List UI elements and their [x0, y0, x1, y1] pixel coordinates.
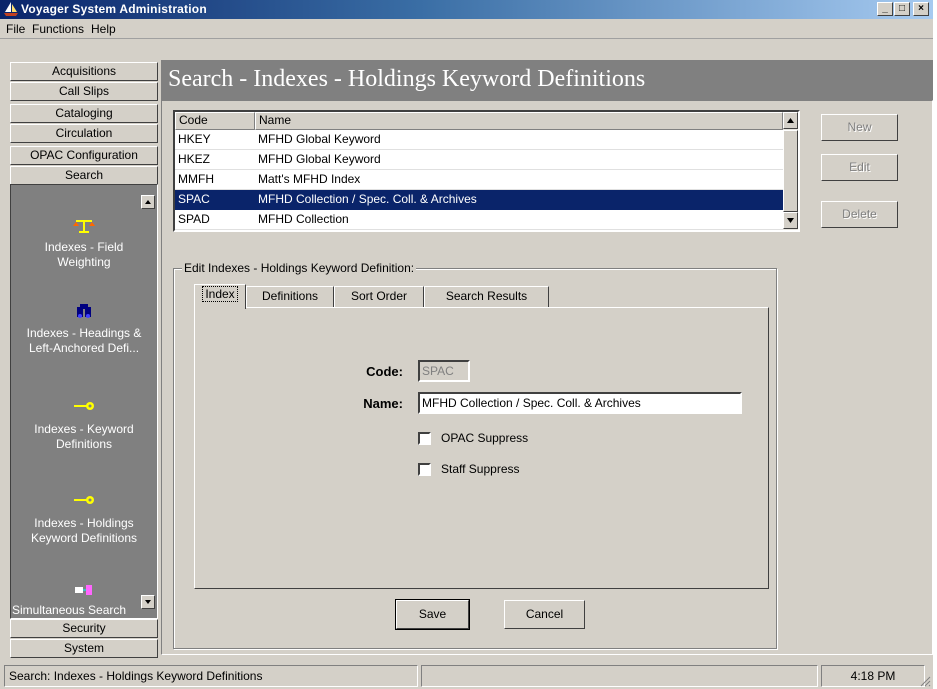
module-search-button[interactable]: Search — [10, 166, 158, 185]
tab-search-results[interactable]: Search Results — [424, 286, 549, 308]
save-button[interactable]: Save — [395, 599, 470, 630]
binoculars-icon — [77, 304, 91, 318]
window-title: Voyager System Administration — [21, 2, 207, 16]
tab-index[interactable]: Index — [194, 284, 246, 309]
module-circulation-button[interactable]: Circulation — [10, 124, 158, 143]
page-title: Search - Indexes - Holdings Keyword Defi… — [161, 60, 933, 100]
triangle-down-icon — [787, 218, 794, 223]
column-header-code[interactable]: Code — [175, 112, 255, 130]
tab-definitions[interactable]: Definitions — [246, 286, 334, 308]
main-content: Search - Indexes - Holdings Keyword Defi… — [161, 59, 933, 659]
title-bar: Voyager System Administration _ □ × — [0, 0, 933, 19]
nav-item-label: Indexes - Holdings — [34, 516, 134, 530]
list-scroll-thumb[interactable] — [783, 130, 798, 212]
cell-name: MFHD Collection / Spec. Coll. & Archives — [255, 190, 783, 210]
cell-code: HKEY — [175, 130, 255, 150]
name-label: Name: — [363, 396, 403, 411]
module-cataloging-button[interactable]: Cataloging — [10, 104, 158, 123]
cell-code: SPAD — [175, 210, 255, 230]
nav-item-holdings-keyword-definitions[interactable]: Indexes - Holdings Keyword Definitions — [11, 516, 157, 546]
connection-icon — [75, 585, 92, 595]
menu-help[interactable]: Help — [91, 22, 116, 36]
triangle-up-icon — [145, 200, 151, 204]
code-label: Code: — [366, 364, 403, 379]
module-acquisitions-button[interactable]: Acquisitions — [10, 62, 158, 81]
nav-item-label: Left-Anchored Defi... — [28, 341, 140, 355]
table-row-selected[interactable]: SPAC MFHD Collection / Spec. Coll. & Arc… — [175, 190, 783, 210]
edit-definition-group: Edit Indexes - Holdings Keyword Definiti… — [173, 261, 777, 649]
nav-item-label: Indexes - Keyword — [34, 422, 134, 436]
column-header-name[interactable]: Name — [255, 112, 783, 130]
triangle-down-icon — [145, 600, 151, 604]
key-icon — [74, 402, 94, 410]
cell-code: SPAC — [175, 190, 255, 210]
list-header: Code Name — [175, 112, 783, 130]
list-scroll-up-button[interactable] — [783, 112, 798, 129]
name-input[interactable]: MFHD Collection / Spec. Coll. & Archives — [418, 392, 742, 414]
module-system-button[interactable]: System — [10, 639, 158, 658]
voyager-ship-icon — [4, 2, 18, 16]
nav-item-field-weighting[interactable]: Indexes - Field Weighting — [11, 240, 157, 270]
edit-button[interactable]: Edit — [821, 154, 898, 181]
nav-item-label: Simultaneous Search — [12, 603, 127, 617]
module-security-button[interactable]: Security — [10, 619, 158, 638]
status-clock: 4:18 PM — [821, 665, 925, 687]
status-bar: Search: Indexes - Holdings Keyword Defin… — [0, 662, 933, 689]
triangle-up-icon — [787, 118, 794, 123]
menu-bar: File Functions Help — [0, 19, 933, 39]
cell-code: HKEZ — [175, 150, 255, 170]
table-row[interactable]: MMFH Matt's MFHD Index — [175, 170, 783, 190]
status-panel-empty — [421, 665, 818, 687]
close-button[interactable]: × — [913, 2, 929, 16]
cancel-button[interactable]: Cancel — [504, 600, 585, 629]
staff-suppress-checkbox[interactable] — [418, 463, 431, 476]
cell-name: MFHD Global Keyword — [255, 130, 783, 150]
table-row[interactable]: HKEZ MFHD Global Keyword — [175, 150, 783, 170]
app-window: Voyager System Administration _ □ × File… — [0, 0, 933, 689]
tab-label: Definitions — [261, 289, 319, 303]
maximize-button[interactable]: □ — [894, 2, 910, 16]
cell-code: MMFH — [175, 170, 255, 190]
nav-item-keyword-definitions[interactable]: Indexes - Keyword Definitions — [11, 422, 157, 452]
nav-item-headings[interactable]: Indexes - Headings & Left-Anchored Defi.… — [11, 326, 157, 356]
tab-sort-order[interactable]: Sort Order — [334, 286, 424, 308]
nav-scroll-down-button[interactable] — [141, 595, 155, 609]
scales-icon — [73, 220, 95, 233]
tab-label: Index — [202, 286, 238, 302]
nav-scroll-up-button[interactable] — [141, 195, 155, 209]
index-tab-panel: Code: SPAC Name: MFHD Collection / Spec.… — [194, 307, 769, 589]
minimize-button[interactable]: _ — [877, 2, 893, 16]
menu-file[interactable]: File — [6, 22, 25, 36]
menu-functions[interactable]: Functions — [32, 22, 84, 36]
nav-item-label: Indexes - Field — [44, 240, 124, 254]
tab-label: Search Results — [445, 289, 528, 303]
resize-grip-icon[interactable] — [919, 675, 931, 687]
definitions-list[interactable]: Code Name HKEY MFHD Global Keyword HKEZ … — [173, 110, 800, 232]
nav-item-label: Weighting — [57, 255, 111, 269]
list-scrollbar[interactable] — [783, 112, 798, 230]
module-opac-configuration-button[interactable]: OPAC Configuration — [10, 146, 158, 165]
nav-item-label: Keyword Definitions — [30, 531, 138, 545]
cell-name: MFHD Collection — [255, 210, 783, 230]
search-items-panel: Indexes - Field Weighting Indexes - Head… — [10, 184, 158, 619]
edit-group-label: Edit Indexes - Holdings Keyword Definiti… — [182, 261, 417, 275]
opac-suppress-label: OPAC Suppress — [441, 431, 529, 445]
delete-button[interactable]: Delete — [821, 201, 898, 228]
code-field: SPAC — [418, 360, 470, 382]
tab-label: Sort Order — [350, 289, 407, 303]
nav-item-simultaneous-search[interactable]: Simultaneous Search — [11, 603, 157, 618]
new-button[interactable]: New — [821, 114, 898, 141]
nav-item-label: Definitions — [55, 437, 113, 451]
module-call-slips-button[interactable]: Call Slips — [10, 82, 158, 101]
table-row[interactable]: SPAD MFHD Collection — [175, 210, 783, 230]
key-icon — [74, 496, 94, 504]
cell-name: MFHD Global Keyword — [255, 150, 783, 170]
list-scroll-down-button[interactable] — [783, 212, 798, 229]
opac-suppress-checkbox[interactable] — [418, 432, 431, 445]
nav-item-label: Indexes - Headings & — [26, 326, 142, 340]
table-row[interactable]: HKEY MFHD Global Keyword — [175, 130, 783, 150]
cell-name: Matt's MFHD Index — [255, 170, 783, 190]
status-text: Search: Indexes - Holdings Keyword Defin… — [4, 665, 418, 687]
staff-suppress-label: Staff Suppress — [441, 462, 520, 476]
